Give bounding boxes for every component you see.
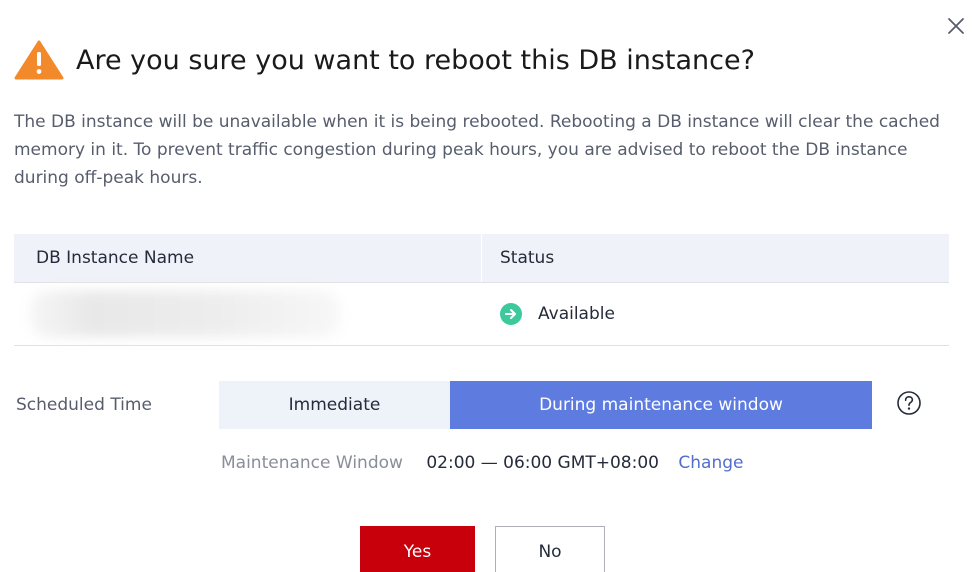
yes-button[interactable]: Yes bbox=[360, 526, 475, 572]
redacted-instance-name bbox=[30, 291, 340, 337]
scheduled-time-label: Scheduled Time bbox=[16, 395, 152, 415]
instance-table: DB Instance Name Status Available bbox=[14, 234, 949, 346]
option-maintenance-window[interactable]: During maintenance window bbox=[450, 381, 872, 429]
status-text: Available bbox=[538, 304, 615, 324]
scheduled-time-selector: Immediate During maintenance window bbox=[219, 381, 872, 429]
change-maintenance-link[interactable]: Change bbox=[678, 453, 743, 473]
maintenance-window-label: Maintenance Window bbox=[221, 453, 403, 473]
question-circle-icon[interactable] bbox=[896, 390, 922, 416]
maintenance-window-value: 02:00 — 06:00 GMT+08:00 bbox=[426, 453, 659, 473]
column-header-instance-name: DB Instance Name bbox=[14, 234, 482, 282]
reboot-dialog: Are you sure you want to reboot this DB … bbox=[0, 0, 976, 572]
dialog-title: Are you sure you want to reboot this DB … bbox=[76, 44, 755, 76]
dialog-description: The DB instance will be unavailable when… bbox=[14, 112, 940, 188]
no-button[interactable]: No bbox=[495, 526, 605, 572]
close-icon[interactable] bbox=[944, 14, 968, 38]
status-cell: Available bbox=[482, 283, 615, 345]
table-header: DB Instance Name Status bbox=[14, 234, 949, 283]
instance-name-cell bbox=[14, 283, 482, 345]
option-immediate[interactable]: Immediate bbox=[219, 381, 450, 429]
column-header-status: Status bbox=[500, 248, 555, 268]
warning-triangle-icon bbox=[14, 40, 64, 80]
maintenance-window-row: Maintenance Window 02:00 — 06:00 GMT+08:… bbox=[221, 450, 743, 476]
arrow-right-circle-icon bbox=[500, 303, 522, 325]
dialog-header: Are you sure you want to reboot this DB … bbox=[14, 38, 755, 82]
table-row: Available bbox=[14, 283, 949, 346]
